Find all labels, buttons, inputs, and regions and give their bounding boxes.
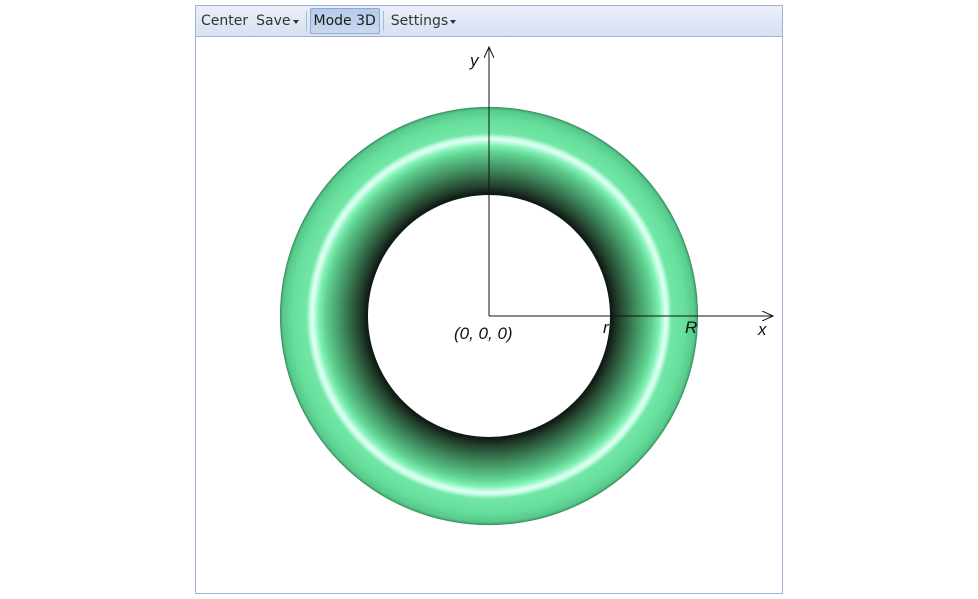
mode-3d-toggle[interactable]: Mode 3D	[309, 8, 380, 34]
save-button-label: Save	[256, 13, 291, 29]
settings-button-label: Settings	[390, 13, 449, 29]
save-menu-button[interactable]: Save	[252, 9, 302, 33]
caret-down-icon	[450, 20, 457, 24]
settings-menu-button[interactable]: Settings	[387, 9, 460, 33]
toolbar: Center Save Mode 3D Settings	[196, 6, 782, 37]
toolbar-separator	[305, 11, 307, 31]
toolbar-separator	[382, 11, 384, 31]
y-axis-label: y	[469, 51, 480, 70]
applet-viewer: y x (0, 0, 0) r R Center Save Mode 3D Se…	[195, 5, 783, 594]
mode-3d-label: Mode 3D	[313, 13, 376, 29]
center-button-label: Center	[201, 13, 249, 29]
origin-label: (0, 0, 0)	[454, 324, 513, 343]
center-button[interactable]: Center	[196, 9, 252, 33]
outer-radius-label: R	[685, 318, 697, 337]
x-axis-label: x	[757, 320, 767, 339]
caret-down-icon	[292, 20, 299, 24]
torus-canvas[interactable]: y x (0, 0, 0) r R	[196, 6, 784, 595]
